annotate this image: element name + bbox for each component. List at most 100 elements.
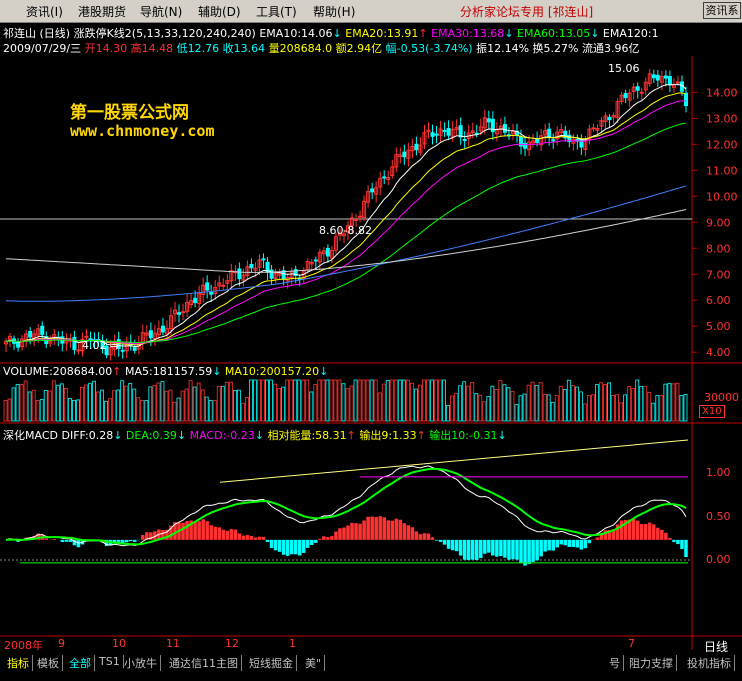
macd-diff: DIFF:0.28 <box>61 429 114 442</box>
volume-bar <box>486 396 491 422</box>
volume-bar <box>490 385 495 422</box>
volume-bar <box>269 379 273 422</box>
candle-body <box>382 176 387 179</box>
volume-bar <box>361 379 366 422</box>
candle-body <box>16 341 21 348</box>
volume-bar <box>208 400 213 422</box>
volume-bar <box>418 384 422 422</box>
tab-more[interactable]: 美" <box>302 655 326 671</box>
volume-bar <box>675 382 680 422</box>
volume-axis-value: 30000 <box>704 391 739 404</box>
volume-bar <box>236 389 241 422</box>
volume-bar <box>474 393 479 422</box>
volume-bar <box>502 384 507 422</box>
volume-bar <box>655 395 660 422</box>
volume-bar <box>216 386 221 422</box>
tab-small-bull[interactable]: 小放牛 <box>121 655 161 671</box>
volume-bar <box>67 397 72 422</box>
volume-bar <box>607 382 611 422</box>
volume-bar <box>281 386 286 422</box>
candle-body <box>446 127 451 136</box>
volume-bar <box>639 385 644 422</box>
macd-macd: MACD:-0.23 <box>189 429 255 442</box>
volume-bar <box>534 384 539 422</box>
volume-bar <box>518 395 523 422</box>
tab-support[interactable]: 阻力支撑 <box>626 655 677 671</box>
volume-bar <box>277 388 282 422</box>
volume-bar <box>566 379 571 422</box>
candle-body <box>607 116 612 121</box>
volume-bar <box>522 393 527 422</box>
volume-bar <box>345 388 350 422</box>
volume-bar <box>164 390 169 422</box>
macd-axis-2: 0.50 <box>706 510 731 523</box>
volume-bar <box>570 385 575 422</box>
candle-body <box>683 92 688 107</box>
candle-body <box>354 218 359 221</box>
volume-bar <box>224 381 229 422</box>
tab-indicator[interactable]: 指标 <box>4 655 33 671</box>
macd-name: 深化MACD <box>3 429 58 442</box>
candle-body <box>639 91 644 94</box>
tab-all[interactable]: 全部 <box>66 655 95 671</box>
candle-body <box>655 74 660 81</box>
tab-speculate[interactable]: 投机指标 <box>684 655 735 671</box>
volume-bar <box>104 400 109 422</box>
tab-right-1[interactable]: 号 <box>606 655 624 671</box>
macd-energy: 相对能量:58.31 <box>267 429 347 442</box>
volume-bar <box>63 388 68 422</box>
price-tick-label: 7.00 <box>706 268 731 281</box>
volume-bar <box>188 380 193 422</box>
ema-lines <box>5 83 687 348</box>
candle-body <box>313 259 318 262</box>
tab-ts1[interactable]: TS1 <box>96 655 124 668</box>
volume-bar <box>80 386 84 422</box>
volume-bar <box>446 404 451 422</box>
volume-bar <box>554 395 559 422</box>
tab-short-gold[interactable]: 短线掘金 <box>246 655 297 671</box>
time-label-12: 12 <box>225 637 239 650</box>
volume-bar <box>128 383 133 422</box>
volume-bar <box>180 390 185 422</box>
volume-bar <box>627 386 632 422</box>
volume-bar <box>377 392 382 422</box>
tab-tdx-main[interactable]: 通达信11主图 <box>166 655 242 671</box>
macd-dea: DEA:0.39 <box>125 429 177 442</box>
volume-bar <box>599 382 603 422</box>
volume-bar <box>240 402 245 422</box>
volume-bar <box>23 380 28 422</box>
macd-out9: 输出9:1.33 <box>359 429 417 442</box>
volume-bar <box>285 379 290 422</box>
candle-body <box>193 297 198 303</box>
volume-bar <box>401 379 406 422</box>
volume-bar <box>253 379 257 422</box>
volume-bar <box>546 394 551 422</box>
volume-bar <box>47 390 52 422</box>
volume-bar <box>506 387 511 422</box>
volume-bar <box>7 398 12 422</box>
volume-bar <box>550 401 555 422</box>
volume-bar <box>112 390 117 422</box>
volume-bar <box>309 391 314 422</box>
volume-bar <box>200 389 205 422</box>
price-tick-label: 8.00 <box>706 242 731 255</box>
macd-axis-1: 1.00 <box>706 466 731 479</box>
volume-bar <box>587 395 591 422</box>
volume-bar <box>51 380 56 422</box>
volume-bar <box>434 379 438 422</box>
volume-bar <box>510 390 515 422</box>
volume-bar <box>329 379 334 422</box>
candle-body <box>209 291 214 295</box>
volume-bar <box>341 383 346 422</box>
volume-bar <box>651 402 656 422</box>
volume-bar <box>305 379 310 422</box>
tab-template[interactable]: 模板 <box>34 655 63 671</box>
volume-bar <box>152 385 157 422</box>
volume-bar <box>35 399 40 422</box>
candle-body <box>325 247 330 257</box>
volume-bar <box>369 379 374 422</box>
candle-body <box>120 349 125 352</box>
candle-body <box>148 330 153 339</box>
candle-body <box>675 81 680 84</box>
candle-body <box>261 258 266 261</box>
